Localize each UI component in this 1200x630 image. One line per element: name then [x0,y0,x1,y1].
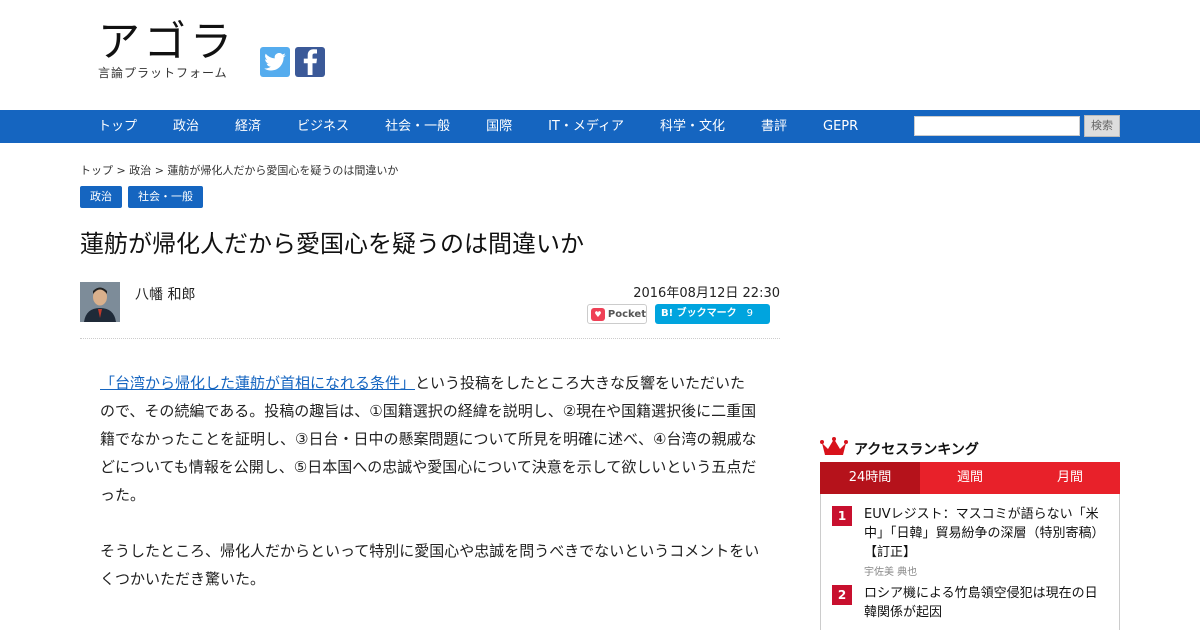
nav-item-international[interactable]: 国際 [468,110,530,143]
rank-title[interactable]: ロシア機による竹島領空侵犯は現在の日韓関係が起因 [864,584,1109,622]
twitter-icon[interactable] [260,47,290,77]
publish-date: 2016年08月12日 22:30 [633,286,780,301]
rank-title[interactable]: EUVレジスト：マスコミが語らない「米中」「日韓」貿易紛争の深層（特別寄稿）【訂… [864,505,1109,562]
tag-society[interactable]: 社会・一般 [128,186,203,208]
hatena-bookmark-button[interactable]: B! ブックマーク 9 [655,304,770,324]
logo-sub-text: 言論プラットフォーム [98,66,228,80]
site-logo[interactable]: アゴラ 言論プラットフォーム [98,18,236,81]
category-tags: 政治 社会・一般 [80,186,203,208]
pocket-label: Pocket [607,308,646,320]
author-name[interactable]: 八幡 和郎 [135,284,195,304]
hatena-label: B! ブックマーク [661,308,737,319]
ranking-title: アクセスランキング [854,442,979,458]
paragraph: 「台湾から帰化した蓮舫が首相になれる条件」という投稿をしたところ大きな反響をいた… [100,369,760,509]
ranking-list: 1 EUVレジスト：マスコミが語らない「米中」「日韓」貿易紛争の深層（特別寄稿）… [820,494,1120,630]
article-title: 蓮舫が帰化人だから愛国心を疑うのは間違いか [80,230,584,258]
crown-icon [820,437,848,461]
rank-number: 1 [832,506,852,526]
pocket-button[interactable]: ♥ Pocket [587,304,647,324]
search-button[interactable]: 検索 [1084,115,1120,137]
pocket-icon: ♥ [591,307,605,321]
hatena-count: 9 [746,308,754,319]
rank-number: 2 [832,585,852,605]
nav-item-top[interactable]: トップ [80,110,155,143]
article-body: 「台湾から帰化した蓮舫が首相になれる条件」という投稿をしたところ大きな反響をいた… [100,369,760,621]
nav-item-society[interactable]: 社会・一般 [367,110,468,143]
paragraph-text: という投稿をしたところ大きな反響をいただいたので、その続編である。投稿の趣旨は、… [100,374,757,504]
tab-monthly[interactable]: 月間 [1020,462,1120,494]
search-input[interactable] [914,116,1080,136]
nav-item-it-media[interactable]: IT・メディア [530,110,642,143]
breadcrumb[interactable]: トップ > 政治 > 蓮舫が帰化人だから愛国心を疑うのは間違いか [80,162,398,178]
author-avatar[interactable] [80,282,120,322]
tag-politics[interactable]: 政治 [80,186,122,208]
nav-item-book-review[interactable]: 書評 [743,110,805,143]
facebook-icon[interactable] [295,47,325,77]
nav-item-politics[interactable]: 政治 [155,110,217,143]
social-links [260,47,325,77]
divider [80,338,780,339]
main-nav: トップ 政治 経済 ビジネス 社会・一般 国際 IT・メディア 科学・文化 書評… [0,110,1200,143]
nav-item-gepr[interactable]: GEPR [805,110,876,143]
tab-24h[interactable]: 24時間 [820,462,920,494]
ranking-header: アクセスランキング [820,437,979,461]
nav-item-economy[interactable]: 経済 [217,110,279,143]
nav-item-science-culture[interactable]: 科学・文化 [642,110,743,143]
tab-weekly[interactable]: 週間 [920,462,1020,494]
nav-items: トップ 政治 経済 ビジネス 社会・一般 国際 IT・メディア 科学・文化 書評… [80,110,876,143]
site-header: アゴラ 言論プラットフォーム [0,0,1200,110]
related-article-link[interactable]: 「台湾から帰化した蓮舫が首相になれる条件」 [100,374,415,392]
logo-main-text: アゴラ [98,17,237,66]
paragraph: そうしたところ、帰化人だからといって特別に愛国心や忠誠を問うべきでないというコメ… [100,542,760,588]
rank-author: 宇佐美 典也 [864,567,918,578]
ranking-tabs: 24時間 週間 月間 [820,462,1120,494]
nav-item-business[interactable]: ビジネス [279,110,367,143]
